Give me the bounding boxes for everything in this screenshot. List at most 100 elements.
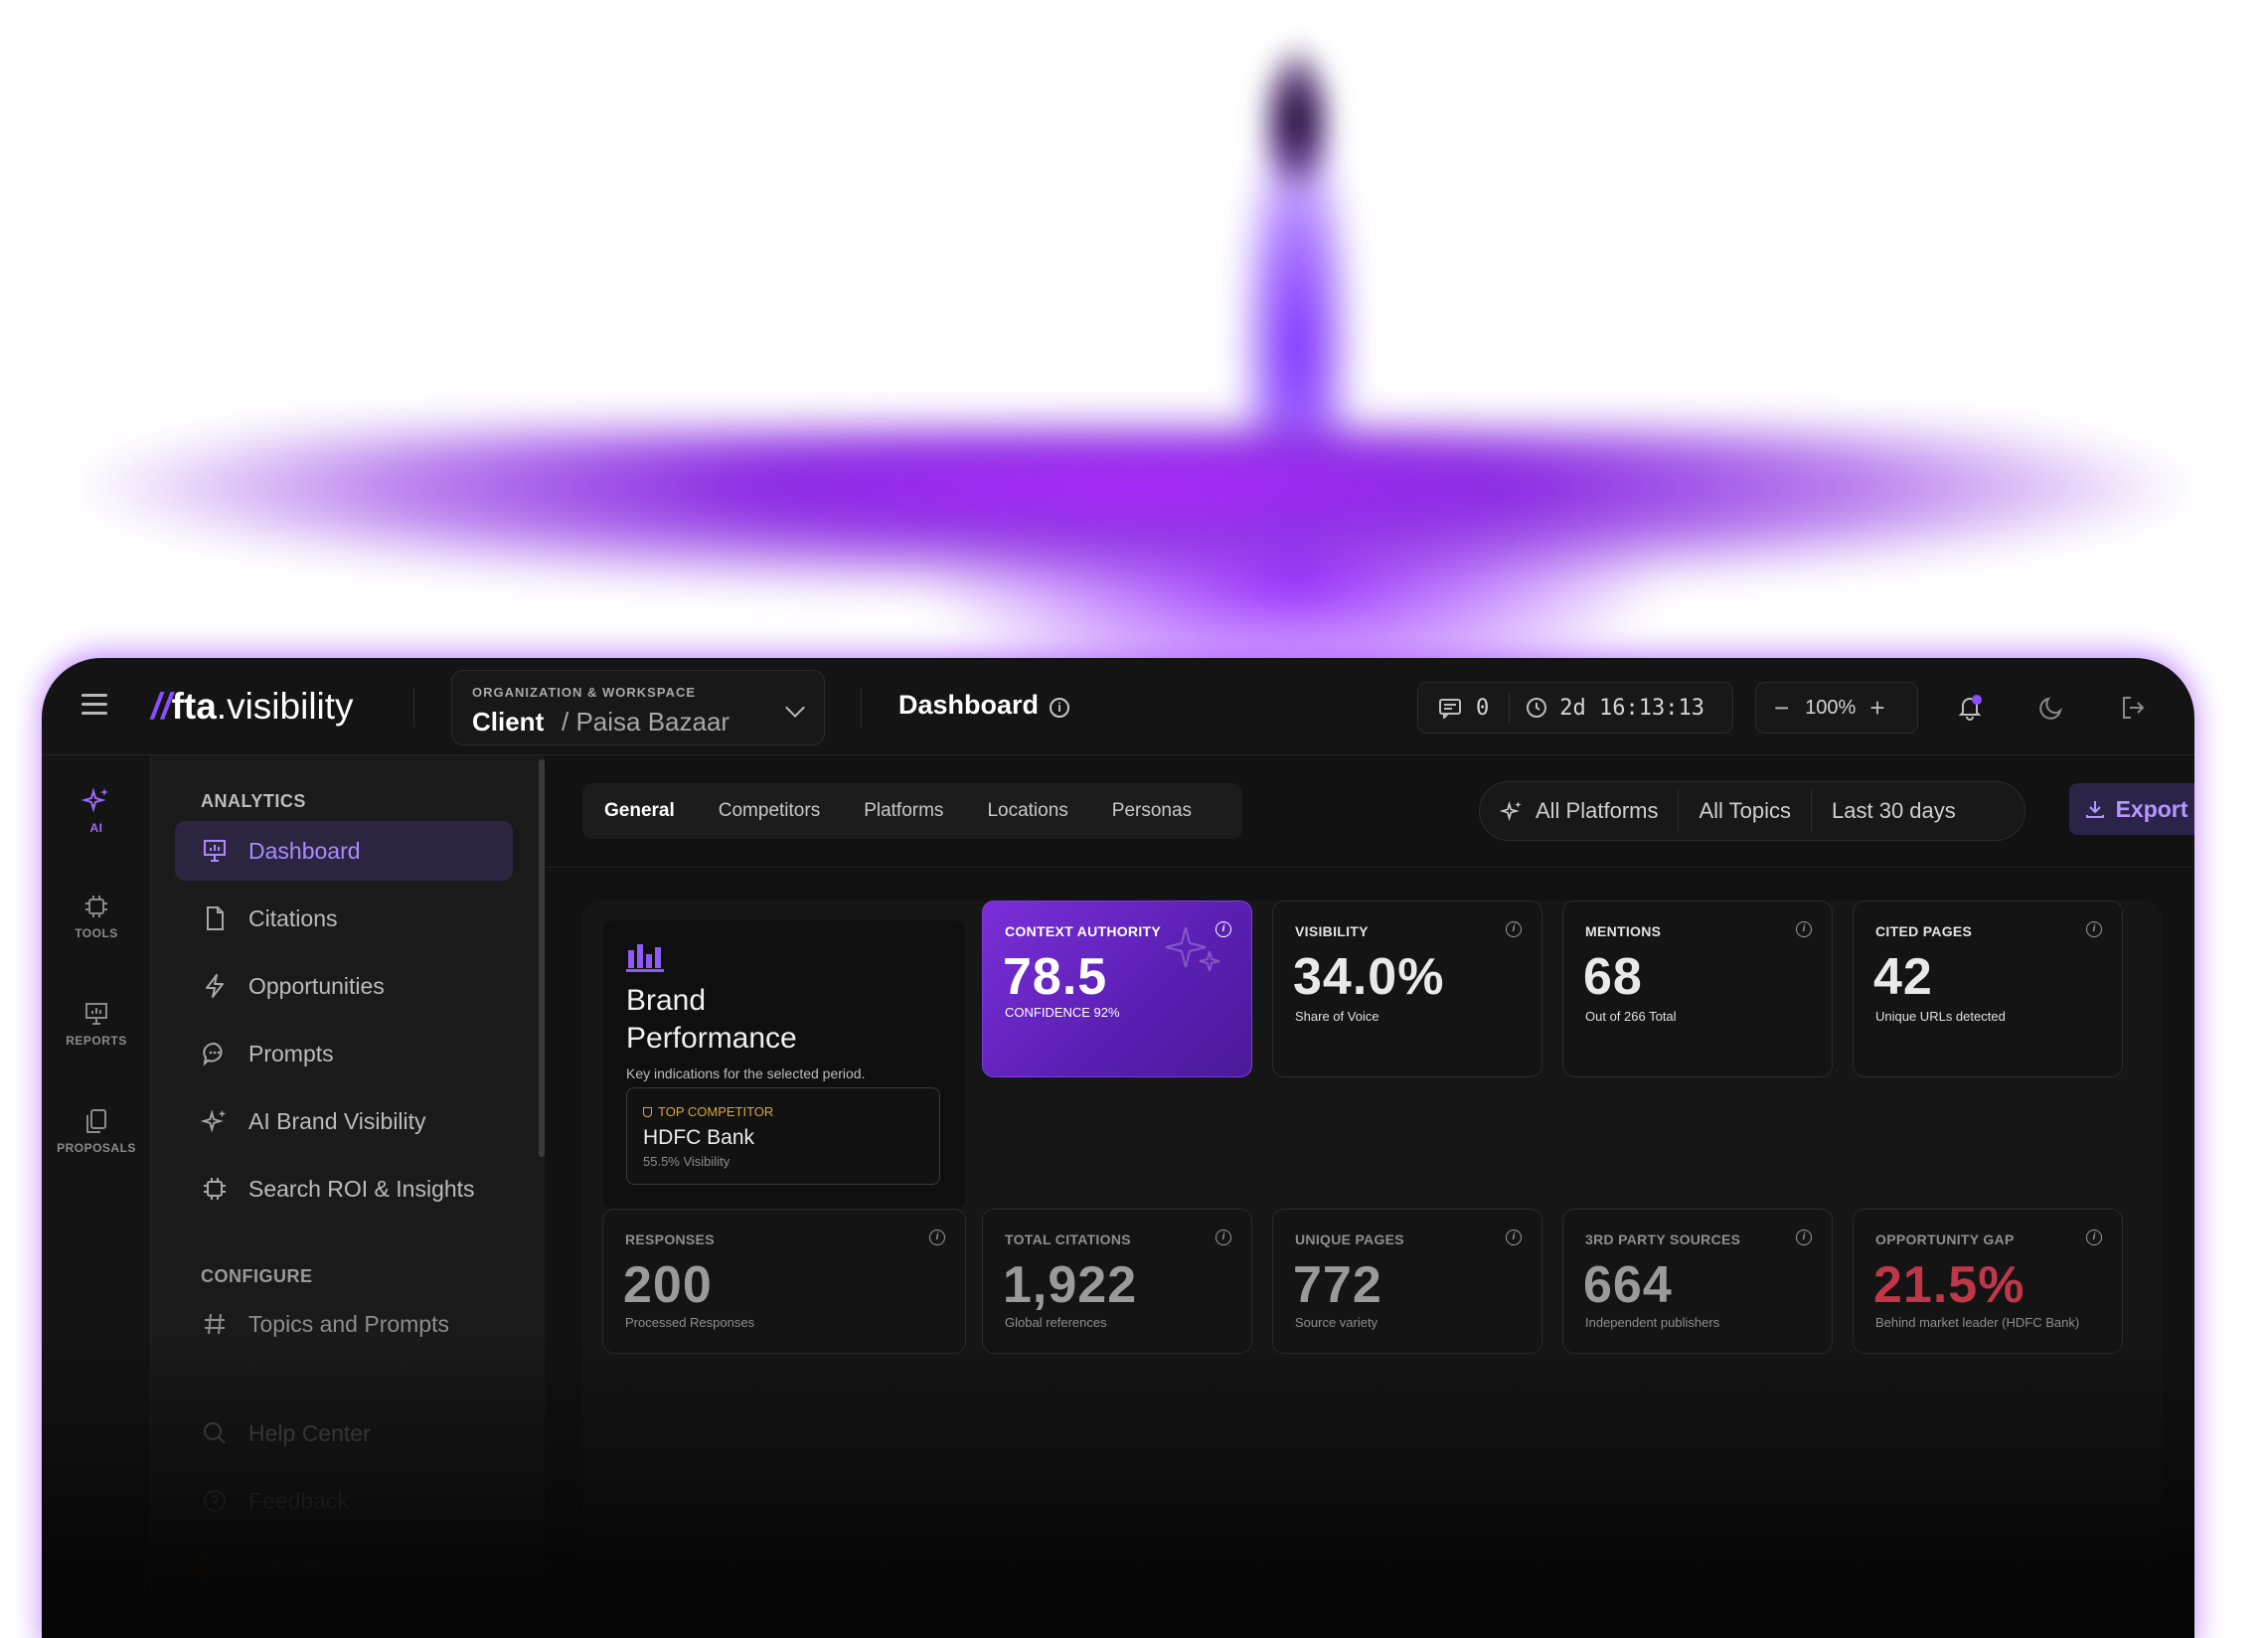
rail-item-ai[interactable]: AI: [42, 785, 151, 835]
zoom-level: 100%: [1805, 696, 1857, 719]
clock-icon: [1527, 698, 1547, 718]
info-icon[interactable]: i: [1796, 1229, 1812, 1245]
zoom-in-button[interactable]: +: [1869, 693, 1884, 724]
metric-sub: Unique URLs detected: [1875, 1009, 2006, 1024]
logo-brand: fta: [171, 686, 217, 727]
sidebar-item-opportunities[interactable]: Opportunities: [175, 956, 513, 1016]
rail-item-reports[interactable]: REPORTS: [42, 1000, 151, 1048]
sidebar-item-ai-brand-visibility[interactable]: AI Brand Visibility: [175, 1091, 513, 1151]
info-icon[interactable]: i: [1215, 1229, 1231, 1245]
metric-value: 21.5%: [1873, 1256, 2025, 1314]
zoom-out-button[interactable]: −: [1774, 693, 1789, 724]
sparkles-icon: [1500, 800, 1522, 822]
workspace-label: ORGANIZATION & WORKSPACE: [472, 685, 697, 700]
sidebar-item-label: AI Brand Visibility: [248, 1107, 426, 1134]
rail-item-tools[interactable]: TOOLS: [42, 893, 151, 940]
app-logo[interactable]: //fta.visibility: [151, 686, 354, 728]
hamburger-menu-icon[interactable]: [81, 694, 107, 716]
tab-platforms[interactable]: Platforms: [842, 783, 965, 839]
info-icon[interactable]: i: [1796, 921, 1812, 937]
filter-period[interactable]: Last 30 days: [1812, 798, 1976, 824]
tab-locations[interactable]: Locations: [965, 783, 1089, 839]
sidebar-item-topics-prompts[interactable]: Topics and Prompts: [175, 1294, 513, 1354]
metric-value: 200: [623, 1256, 713, 1314]
sidebar-item-prompts[interactable]: Prompts: [175, 1024, 513, 1083]
brand-performance-card: Brand Performance Key indications for th…: [602, 920, 966, 1209]
metric-card-opportunity-gap[interactable]: OPPORTUNITY GAP i 21.5% Behind market le…: [1853, 1209, 2123, 1354]
metric-card-unique-pages[interactable]: UNIQUE PAGES i 772 Source variety: [1272, 1209, 1542, 1354]
divider: [1509, 693, 1511, 723]
brand-title-line-1: Brand: [626, 984, 707, 1017]
sidebar-item-label: Topics and Prompts: [248, 1310, 449, 1337]
help-icon: [204, 1490, 226, 1512]
logout-icon[interactable]: [2119, 694, 2147, 722]
tab-general[interactable]: General: [582, 783, 697, 839]
info-icon[interactable]: i: [1215, 921, 1231, 937]
section-heading-configure: CONFIGURE: [201, 1266, 313, 1286]
info-icon[interactable]: i: [1050, 698, 1069, 718]
metric-card-third-party-sources[interactable]: 3RD PARTY SOURCES i 664 Independent publ…: [1562, 1209, 1833, 1354]
info-icon[interactable]: i: [2086, 1229, 2102, 1245]
metric-value: 1,922: [1003, 1256, 1138, 1314]
metric-label: CONTEXT AUTHORITY: [1005, 923, 1162, 939]
metric-card-total-citations[interactable]: TOTAL CITATIONS i 1,922 Global reference…: [982, 1209, 1252, 1354]
sidebar-item-feedback[interactable]: Feedback: [175, 1471, 513, 1531]
sidebar-item-label: Citations: [248, 904, 338, 931]
sidebar-item-label: Help Center: [248, 1419, 371, 1446]
metrics-panel: Brand Performance Key indications for th…: [582, 901, 2163, 1638]
documents-icon: [86, 1109, 106, 1133]
export-label: Export: [2115, 795, 2188, 822]
info-icon[interactable]: i: [1506, 921, 1522, 937]
top-competitor-name: HDFC Bank: [643, 1126, 755, 1149]
sidebar-item-help-center[interactable]: Help Center: [175, 1403, 513, 1463]
sparkles-icon: [81, 787, 108, 813]
workspace-client: Client: [472, 707, 545, 737]
metric-label: VISIBILITY: [1295, 923, 1369, 939]
metric-sub: Behind market leader (HDFC Bank): [1875, 1315, 2080, 1330]
tab-personas[interactable]: Personas: [1090, 783, 1214, 839]
workspace-selector[interactable]: ORGANIZATION & WORKSPACE Client / Paisa …: [451, 670, 825, 745]
divider: [413, 688, 414, 728]
bell-icon[interactable]: [1956, 694, 1984, 722]
moon-icon[interactable]: [2037, 694, 2065, 722]
brand-title-line-2: Performance: [626, 1022, 797, 1055]
metric-card-visibility[interactable]: VISIBILITY i 34.0% Share of Voice: [1272, 901, 1542, 1077]
export-button[interactable]: Export: [2069, 783, 2194, 835]
workspace-name: / Paisa Bazaar: [562, 707, 730, 737]
section-heading-analytics: ANALYTICS: [201, 791, 306, 811]
message-icon[interactable]: [1438, 697, 1462, 719]
user-profile[interactable]: Srijita Das Roy: [191, 1553, 364, 1578]
filter-topics[interactable]: All Topics: [1679, 798, 1811, 824]
info-icon[interactable]: i: [1506, 1229, 1522, 1245]
rail-item-proposals[interactable]: PROPOSALS: [42, 1107, 151, 1155]
metric-card-cited-pages[interactable]: CITED PAGES i 42 Unique URLs detected: [1853, 901, 2123, 1077]
rail-label: PROPOSALS: [57, 1141, 136, 1155]
presentation-icon: [85, 1003, 107, 1025]
filter-bar: All Platforms All Topics Last 30 days: [1479, 781, 2025, 841]
sidebar-item-citations[interactable]: Citations: [175, 889, 513, 948]
logo-slash: //: [151, 686, 172, 727]
tab-competitors[interactable]: Competitors: [697, 783, 842, 839]
metric-card-responses[interactable]: RESPONSES i 200 Processed Responses: [602, 1209, 966, 1354]
top-competitor-label-text: TOP COMPETITOR: [658, 1104, 774, 1119]
info-icon[interactable]: i: [929, 1229, 945, 1245]
info-icon[interactable]: i: [2086, 921, 2102, 937]
bolt-icon: [206, 974, 224, 998]
metric-value: 68: [1583, 948, 1643, 1006]
tab-bar: General Competitors Platforms Locations …: [582, 783, 1242, 839]
metric-card-context-authority[interactable]: CONTEXT AUTHORITY i 78.5 CONFIDENCE 92%: [982, 901, 1252, 1077]
glow-stem-top: [1247, 40, 1347, 239]
top-competitor-card[interactable]: TOP COMPETITOR HDFC Bank 55.5% Visibilit…: [626, 1087, 940, 1185]
divider: [861, 688, 862, 728]
sidebar-item-label: Opportunities: [248, 972, 385, 999]
file-icon: [207, 906, 224, 930]
messages-count: 0: [1476, 695, 1490, 721]
filter-platforms[interactable]: All Platforms: [1480, 798, 1678, 824]
stats-pill: 0 2d 16:13:13: [1417, 682, 1733, 734]
sidebar-item-search-roi[interactable]: Search ROI & Insights: [175, 1159, 513, 1219]
brand-card-title: Brand Performance: [626, 982, 797, 1058]
sidebar-item-dashboard[interactable]: Dashboard: [175, 821, 513, 881]
filter-platforms-label: All Platforms: [1536, 798, 1659, 823]
metric-card-mentions[interactable]: MENTIONS i 68 Out of 266 Total: [1562, 901, 1833, 1077]
rail-label: AI: [89, 821, 103, 835]
